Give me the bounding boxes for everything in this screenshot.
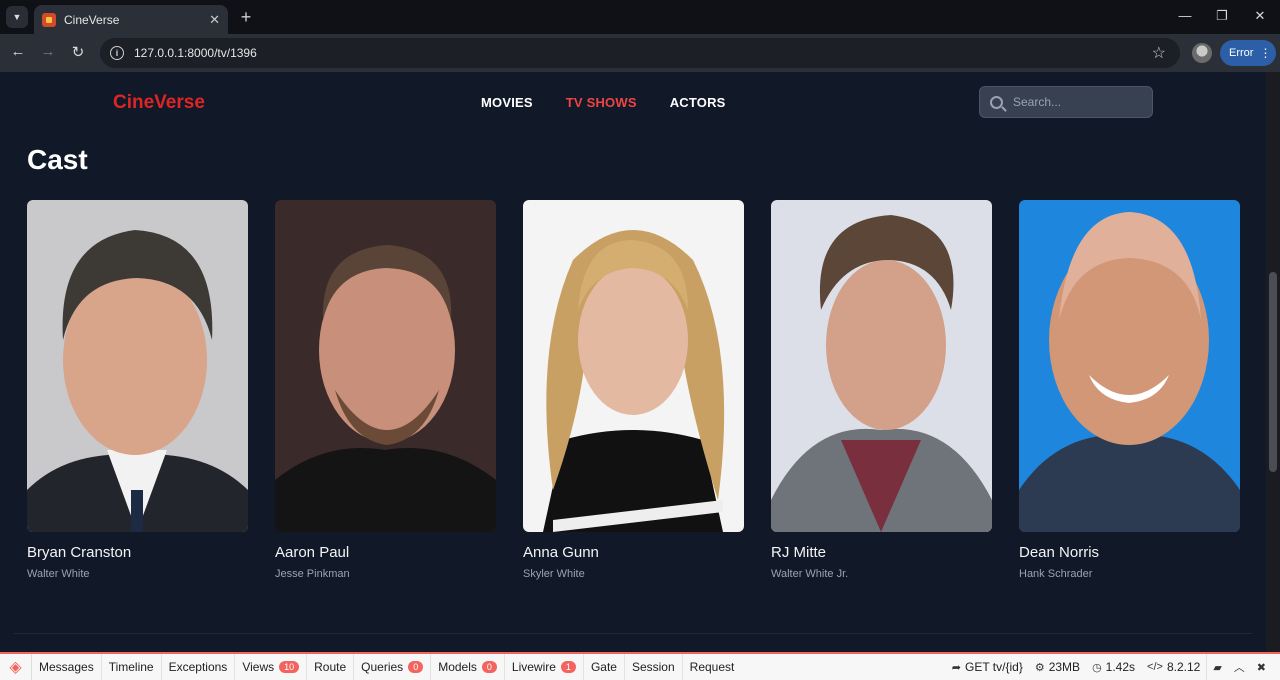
search-icon	[990, 95, 1003, 109]
character-name: Jesse Pinkman	[275, 568, 350, 580]
debug-tab-exceptions[interactable]: Exceptions	[162, 654, 236, 680]
actor-name[interactable]: RJ Mitte	[771, 544, 992, 561]
route-stat[interactable]: ➦ GET tv/{id}	[946, 654, 1029, 680]
section-divider	[14, 633, 1252, 634]
browser-tab[interactable]: CineVerse ✕	[34, 5, 228, 34]
share-icon: ➦	[951, 661, 962, 674]
favicon-icon	[42, 12, 56, 27]
nav-actors[interactable]: ACTORS	[670, 95, 726, 110]
browser-tab-bar: ▼ CineVerse ✕ + — ❐ ✕	[0, 0, 1280, 34]
character-name: Walter White Jr.	[771, 568, 849, 580]
queries-badge: 0	[408, 661, 424, 673]
reload-icon[interactable]: ↻	[68, 43, 88, 61]
debug-tab-route[interactable]: Route	[307, 654, 355, 680]
views-badge: 10	[279, 661, 300, 673]
debug-tab-models[interactable]: Models 0	[431, 654, 505, 680]
debug-tab-messages[interactable]: Messages	[32, 654, 102, 680]
debug-tab-queries[interactable]: Queries 0	[354, 654, 432, 680]
debug-tab-session[interactable]: Session	[625, 654, 683, 680]
actor-photo[interactable]	[1019, 200, 1240, 532]
character-name: Skyler White	[523, 568, 585, 580]
site-header: CineVerse MOVIES TV SHOWS ACTORS	[0, 72, 1266, 132]
more-vert-icon: ⋮	[1259, 46, 1271, 60]
close-debugbar-icon[interactable]: ✖	[1251, 654, 1280, 680]
actor-name[interactable]: Anna Gunn	[523, 544, 744, 561]
php-version-stat: </> 8.2.12	[1147, 660, 1201, 674]
debug-tab-gate[interactable]: Gate	[584, 654, 625, 680]
code-icon: </>	[1147, 661, 1163, 673]
tab-search-button[interactable]: ▼	[6, 6, 28, 28]
debug-tab-livewire[interactable]: Livewire 1	[505, 654, 584, 680]
search-input[interactable]	[1013, 95, 1143, 109]
debugbar-stats: ➦ GET tv/{id} ⚙ 23MB ◷ 1.42s </> 8.2.12 ▰ ︿ …	[946, 654, 1280, 680]
error-button[interactable]: Error ⋮	[1220, 40, 1276, 66]
actor-photo[interactable]	[27, 200, 248, 532]
nav-movies[interactable]: MOVIES	[481, 95, 533, 110]
cast-card[interactable]: RJ Mitte Walter White Jr.	[771, 200, 992, 580]
debug-tab-views[interactable]: Views 10	[235, 654, 308, 680]
actor-name[interactable]: Bryan Cranston	[27, 544, 248, 561]
error-label: Error	[1229, 47, 1254, 59]
restore-icon[interactable]: ❐	[1214, 8, 1230, 24]
scrollbar-thumb[interactable]	[1269, 272, 1277, 472]
nav-tv-shows[interactable]: TV SHOWS	[566, 95, 637, 110]
open-folder-icon[interactable]: ▰	[1206, 654, 1227, 680]
page-scrollbar[interactable]	[1266, 72, 1280, 652]
chevron-up-icon[interactable]: ︿	[1228, 654, 1251, 680]
info-icon[interactable]: i	[110, 46, 124, 60]
clock-icon: ◷	[1092, 661, 1102, 674]
back-arrow-icon[interactable]: ←	[8, 43, 28, 60]
forward-arrow-icon[interactable]: →	[38, 43, 58, 60]
cast-grid: Bryan Cranston Walter White Aaron Paul J…	[27, 200, 1240, 580]
address-bar[interactable]: i 127.0.0.1:8000/tv/1396 ☆	[100, 38, 1180, 68]
actor-photo[interactable]	[523, 200, 744, 532]
section-title: Cast	[27, 144, 88, 175]
models-badge: 0	[481, 661, 497, 673]
actor-name[interactable]: Dean Norris	[1019, 544, 1240, 561]
debug-tab-request[interactable]: Request	[683, 654, 742, 680]
actor-photo[interactable]	[771, 200, 992, 532]
cast-card[interactable]: Bryan Cranston Walter White	[27, 200, 248, 580]
search-box	[979, 86, 1153, 118]
chevron-down-icon: ▼	[12, 12, 22, 22]
bookmark-star-icon[interactable]: ☆	[1152, 43, 1166, 63]
profile-avatar-icon[interactable]	[1192, 43, 1212, 63]
actor-name[interactable]: Aaron Paul	[275, 544, 496, 561]
browser-toolbar: ← → ↻ i 127.0.0.1:8000/tv/1396 ☆	[0, 34, 1280, 72]
actor-photo[interactable]	[275, 200, 496, 532]
debug-tab-timeline[interactable]: Timeline	[102, 654, 162, 680]
new-tab-icon[interactable]: +	[236, 7, 256, 28]
time-stat[interactable]: ◷ 1.42s	[1086, 654, 1141, 680]
character-name: Hank Schrader	[1019, 568, 1093, 580]
tab-title: CineVerse	[64, 12, 120, 27]
cast-card[interactable]: Anna Gunn Skyler White	[523, 200, 744, 580]
debugbar: ◈ Messages Timeline Exceptions Views 10 R…	[0, 652, 1280, 680]
cogs-icon: ⚙	[1034, 661, 1045, 674]
window-close-icon[interactable]: ✕	[1252, 8, 1268, 24]
site-logo[interactable]: CineVerse	[113, 92, 205, 114]
close-icon[interactable]: ✕	[209, 12, 220, 28]
cast-card[interactable]: Dean Norris Hank Schrader	[1019, 200, 1240, 580]
livewire-badge: 1	[560, 661, 576, 673]
minimize-icon[interactable]: —	[1177, 8, 1193, 23]
url-text: 127.0.0.1:8000/tv/1396	[134, 46, 257, 60]
memory-stat[interactable]: ⚙ 23MB	[1029, 654, 1086, 680]
laravel-logo-icon[interactable]: ◈	[0, 654, 32, 680]
site-nav: MOVIES TV SHOWS ACTORS	[481, 95, 726, 110]
page-content: CineVerse MOVIES TV SHOWS ACTORS Cast	[0, 72, 1266, 652]
character-name: Walter White	[27, 568, 90, 580]
cast-card[interactable]: Aaron Paul Jesse Pinkman	[275, 200, 496, 580]
